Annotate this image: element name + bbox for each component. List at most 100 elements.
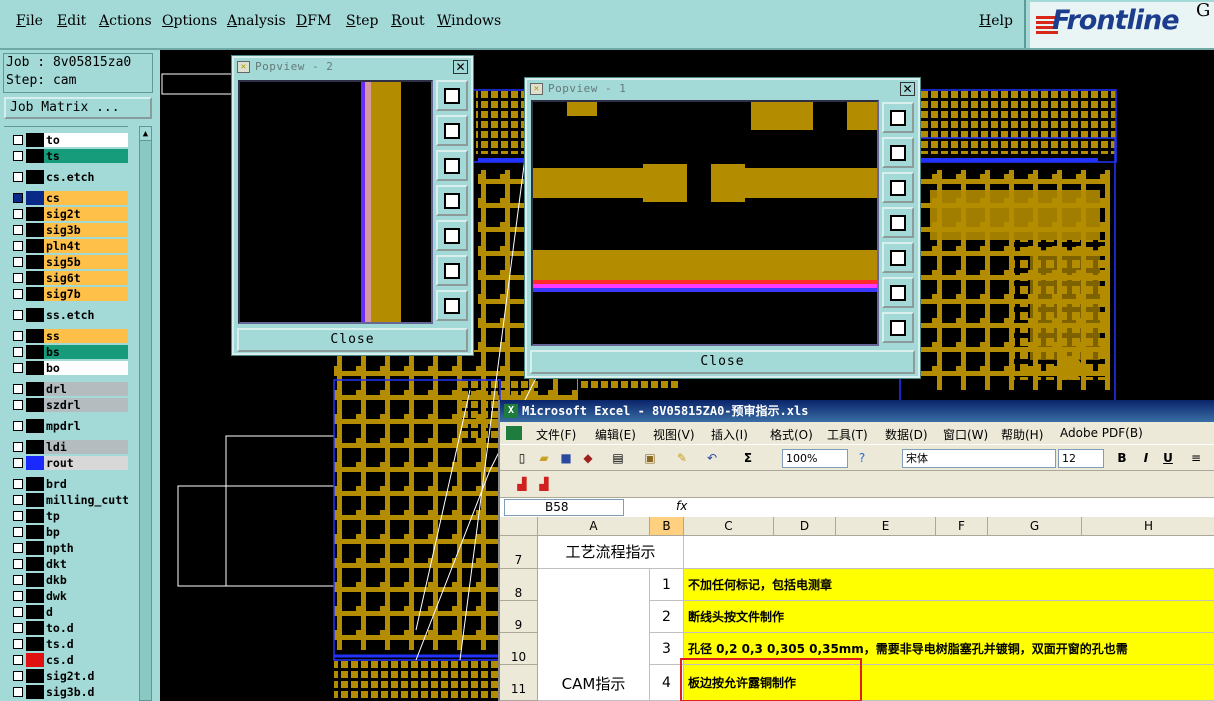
layer-row[interactable]: sig7b bbox=[8, 287, 128, 301]
popview-1-close-icon[interactable]: ✕ bbox=[900, 82, 915, 96]
layer-row[interactable]: sig6t bbox=[8, 271, 128, 285]
fx-icon[interactable]: fx bbox=[676, 499, 687, 513]
menu-help[interactable]: Help bbox=[979, 13, 1013, 29]
layer-name[interactable]: sig5b bbox=[44, 255, 128, 269]
layer-checkbox[interactable] bbox=[13, 511, 23, 521]
layer-checkbox[interactable] bbox=[13, 289, 23, 299]
italic-icon[interactable]: I bbox=[1138, 450, 1154, 466]
layer-checkbox[interactable] bbox=[13, 347, 23, 357]
menu-windows[interactable]: Windows bbox=[437, 13, 501, 29]
corner-header[interactable] bbox=[500, 517, 538, 536]
layer-checkbox[interactable] bbox=[13, 193, 23, 203]
layer-name[interactable]: cs bbox=[44, 191, 128, 205]
layer-name[interactable]: npth bbox=[44, 541, 128, 555]
row-header[interactable]: 9 bbox=[500, 601, 538, 633]
xmenu-file[interactable]: 文件(F) bbox=[536, 426, 576, 443]
layer-row[interactable]: bp bbox=[8, 525, 128, 539]
zoom-select[interactable]: 100% bbox=[782, 449, 848, 468]
name-box[interactable]: B58 bbox=[504, 499, 624, 516]
col-header-f[interactable]: F bbox=[936, 517, 988, 536]
paste-icon[interactable]: ▣ bbox=[642, 450, 658, 466]
popview-2-close-button[interactable]: Close bbox=[237, 328, 468, 352]
xmenu-format[interactable]: 格式(O) bbox=[770, 426, 813, 443]
zoom-fit-icon[interactable] bbox=[436, 80, 468, 111]
layer-row[interactable]: bo bbox=[8, 361, 128, 375]
layer-checkbox[interactable] bbox=[13, 331, 23, 341]
layer-checkbox[interactable] bbox=[13, 639, 23, 649]
popview-1-close-button[interactable]: Close bbox=[530, 350, 915, 374]
layer-checkbox[interactable] bbox=[13, 400, 23, 410]
layer-name[interactable]: milling_cutt bbox=[44, 493, 128, 507]
layer-name[interactable]: brd bbox=[44, 477, 128, 491]
layer-checkbox[interactable] bbox=[13, 671, 23, 681]
layer-checkbox[interactable] bbox=[13, 172, 23, 182]
layer-name[interactable]: to bbox=[44, 133, 128, 147]
layer-row[interactable]: to.d bbox=[8, 621, 128, 635]
layer-checkbox[interactable] bbox=[13, 442, 23, 452]
layer-checkbox[interactable] bbox=[13, 623, 23, 633]
layer-name[interactable]: dkb bbox=[44, 573, 128, 587]
layer-name[interactable]: pln4t bbox=[44, 239, 128, 253]
layer-checkbox[interactable] bbox=[13, 495, 23, 505]
layer-checkbox[interactable] bbox=[13, 257, 23, 267]
layer-checkbox[interactable] bbox=[13, 421, 23, 431]
pdf-email-icon[interactable]: ▟ bbox=[536, 476, 552, 492]
layer-row[interactable]: dwk bbox=[8, 589, 128, 603]
layer-row[interactable]: mpdrl bbox=[8, 419, 128, 433]
layer-name[interactable]: ts.d bbox=[44, 637, 128, 651]
layer-checkbox[interactable] bbox=[13, 225, 23, 235]
layer-checkbox[interactable] bbox=[13, 241, 23, 251]
pan-up-icon[interactable] bbox=[882, 137, 914, 168]
layer-row[interactable]: sig3b.d bbox=[8, 685, 128, 699]
align-left-icon[interactable]: ≡ bbox=[1188, 450, 1204, 466]
col-header-a[interactable]: A bbox=[538, 517, 650, 536]
cell-c9[interactable]: 断线头按文件制作 bbox=[684, 601, 1214, 633]
layer-row[interactable]: dkb bbox=[8, 573, 128, 587]
excel-doc-icon[interactable] bbox=[506, 426, 522, 440]
cell-a8-merged[interactable]: CAM指示 bbox=[538, 569, 650, 701]
layer-name[interactable]: rout bbox=[44, 456, 128, 470]
layer-row[interactable]: tp bbox=[8, 509, 128, 523]
pan-down-icon[interactable] bbox=[882, 172, 914, 203]
layer-name[interactable]: sig3b.d bbox=[44, 685, 128, 699]
pan-right-icon[interactable] bbox=[882, 242, 914, 273]
cell-b11[interactable]: 4 bbox=[650, 665, 684, 701]
layer-checkbox[interactable] bbox=[13, 575, 23, 585]
zoom-out-icon[interactable] bbox=[436, 290, 468, 321]
col-header-h[interactable]: H bbox=[1082, 517, 1214, 536]
layer-checkbox[interactable] bbox=[13, 543, 23, 553]
layer-row[interactable]: sig5b bbox=[8, 255, 128, 269]
layer-row[interactable]: sig3b bbox=[8, 223, 128, 237]
layer-name[interactable]: sig7b bbox=[44, 287, 128, 301]
layer-name[interactable]: to.d bbox=[44, 621, 128, 635]
cell-b8[interactable]: 1 bbox=[650, 569, 684, 601]
layer-row[interactable]: ss.etch bbox=[8, 308, 128, 322]
layer-row[interactable]: ldi bbox=[8, 440, 128, 454]
layer-name[interactable]: bo bbox=[44, 361, 128, 375]
save-icon[interactable]: ■ bbox=[558, 450, 574, 466]
layer-row[interactable]: npth bbox=[8, 541, 128, 555]
pan-up-icon[interactable] bbox=[436, 115, 468, 146]
job-matrix-button[interactable]: Job Matrix ... bbox=[4, 97, 152, 119]
menu-actions[interactable]: Actions bbox=[99, 13, 152, 29]
col-header-b[interactable]: B bbox=[650, 517, 684, 536]
col-header-g[interactable]: G bbox=[988, 517, 1082, 536]
layer-row[interactable]: sig2t.d bbox=[8, 669, 128, 683]
layer-checkbox[interactable] bbox=[13, 363, 23, 373]
xmenu-view[interactable]: 视图(V) bbox=[653, 426, 695, 443]
layer-checkbox[interactable] bbox=[13, 151, 23, 161]
menu-analysis[interactable]: Analysis bbox=[227, 13, 286, 29]
autosum-icon[interactable]: Σ bbox=[740, 450, 756, 466]
layer-name[interactable]: bs bbox=[44, 345, 128, 359]
new-icon[interactable]: ▯ bbox=[514, 450, 530, 466]
layer-checkbox[interactable] bbox=[13, 209, 23, 219]
layer-name[interactable]: ss.etch bbox=[44, 308, 128, 322]
row-header[interactable]: 8 bbox=[500, 569, 538, 601]
row-header[interactable]: 7 bbox=[500, 536, 538, 569]
popview-1-viewport[interactable] bbox=[531, 100, 879, 346]
cell-c7[interactable] bbox=[684, 536, 1214, 569]
layer-checkbox[interactable] bbox=[13, 559, 23, 569]
layer-checkbox[interactable] bbox=[13, 607, 23, 617]
pan-left-icon[interactable] bbox=[882, 207, 914, 238]
popview-1-titlebar[interactable]: ✕ Popview - 1 ✕ bbox=[527, 80, 918, 98]
